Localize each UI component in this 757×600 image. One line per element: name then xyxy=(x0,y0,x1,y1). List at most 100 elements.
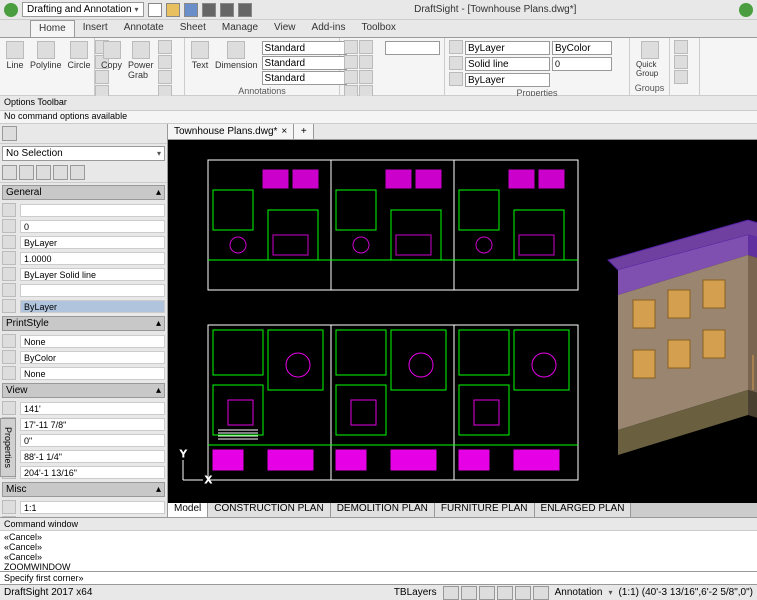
prop-print-none[interactable]: None xyxy=(20,335,165,348)
tblayers-label[interactable]: TBLayers xyxy=(394,587,437,598)
status-toggle-icon[interactable] xyxy=(533,586,549,600)
prop-empty[interactable] xyxy=(20,284,165,297)
linetype-icon[interactable] xyxy=(449,56,463,70)
prop-print-bycolor[interactable]: ByColor xyxy=(20,351,165,364)
prop-misc-scale[interactable]: 1:1 xyxy=(20,501,165,514)
lw-icon[interactable] xyxy=(449,72,463,86)
prop-view-w[interactable]: 88'-1 1/4" xyxy=(20,450,165,463)
layer-tool-icon[interactable] xyxy=(359,40,373,54)
tab-construction[interactable]: CONSTRUCTION PLAN xyxy=(208,503,330,517)
selection-filter[interactable]: No Selection xyxy=(2,146,165,161)
qat-open-icon[interactable] xyxy=(166,3,180,17)
group-tool-icon[interactable] xyxy=(674,70,688,84)
lw-select[interactable]: ByLayer xyxy=(465,73,550,87)
tab-sheet[interactable]: Sheet xyxy=(172,20,214,37)
prop-icon xyxy=(2,299,16,313)
status-toggle-icon[interactable] xyxy=(461,586,477,600)
section-print[interactable]: PrintStyle▴ xyxy=(2,316,165,331)
palette-btn-icon[interactable] xyxy=(53,165,68,180)
command-input[interactable]: Specify first corner» xyxy=(0,571,757,584)
layer-tool-icon[interactable] xyxy=(344,40,358,54)
modify-tool-icon[interactable] xyxy=(158,70,172,84)
text-button[interactable]: Text xyxy=(189,40,211,86)
modify-tool-icon[interactable] xyxy=(158,55,172,69)
bylayer-select[interactable]: ByLayer xyxy=(465,41,550,55)
group-tool-icon[interactable] xyxy=(674,55,688,69)
status-toggle-icon[interactable] xyxy=(497,586,513,600)
close-icon[interactable]: × xyxy=(281,126,287,137)
layout-tabs: Model CONSTRUCTION PLAN DEMOLITION PLAN … xyxy=(168,503,757,517)
svg-text:X: X xyxy=(205,475,212,486)
status-toggle-icon[interactable] xyxy=(479,586,495,600)
lineweight-select[interactable]: 0 xyxy=(552,57,612,71)
document-tab[interactable]: Townhouse Plans.dwg*× xyxy=(168,124,294,139)
section-general[interactable]: General▴ xyxy=(2,185,165,200)
prop-print-none2[interactable]: None xyxy=(20,367,165,380)
prop-value[interactable] xyxy=(20,204,165,217)
dim-style-select[interactable]: Standard xyxy=(262,56,347,70)
line-button[interactable]: Line xyxy=(4,40,26,99)
tab-demolition[interactable]: DEMOLITION PLAN xyxy=(331,503,435,517)
qat-new-icon[interactable] xyxy=(148,3,162,17)
palette-tool-icon[interactable] xyxy=(2,126,17,141)
drawing-canvas[interactable]: XY xyxy=(168,140,757,503)
tab-enlarged[interactable]: ENLARGED PLAN xyxy=(535,503,632,517)
prop-icon xyxy=(2,350,16,364)
layer-tool-icon[interactable] xyxy=(344,55,358,69)
command-history-line: «Cancel» xyxy=(4,552,753,562)
layer-tool-icon[interactable] xyxy=(359,55,373,69)
prop-view-x[interactable]: 141' xyxy=(20,402,165,415)
qat-print-icon[interactable] xyxy=(202,3,216,17)
status-toggle-icon[interactable] xyxy=(515,586,531,600)
prop-linetype[interactable]: ByLayer Solid line xyxy=(20,268,165,281)
tab-manage[interactable]: Manage xyxy=(214,20,266,37)
layer-tool-icon[interactable] xyxy=(344,70,358,84)
tab-annotate[interactable]: Annotate xyxy=(116,20,172,37)
prop-view-y[interactable]: 17'-11 7/8" xyxy=(20,418,165,431)
palette-btn-icon[interactable] xyxy=(36,165,51,180)
layer-select[interactable] xyxy=(385,41,440,55)
section-misc[interactable]: Misc▴ xyxy=(2,482,165,497)
modify-tool-icon[interactable] xyxy=(158,40,172,54)
polyline-button[interactable]: Polyline xyxy=(28,40,64,99)
tab-model[interactable]: Model xyxy=(168,503,208,517)
tab-home[interactable]: Home xyxy=(30,20,75,37)
palette-btn-icon[interactable] xyxy=(2,165,17,180)
prop-view-h[interactable]: 204'-1 13/16" xyxy=(20,466,165,479)
ribbon: Line Polyline Circle Draw Copy Power Gra… xyxy=(0,38,757,96)
tab-addins[interactable]: Add-ins xyxy=(304,20,354,37)
prop-layer[interactable]: 0 xyxy=(20,220,165,233)
tab-view[interactable]: View xyxy=(266,20,304,37)
bycolor-select[interactable]: ByColor xyxy=(552,41,612,55)
prop-bylayer2[interactable]: ByLayer xyxy=(20,300,165,313)
dimension-button[interactable]: Dimension xyxy=(213,40,260,86)
tab-insert[interactable]: Insert xyxy=(75,20,116,37)
palette-btn-icon[interactable] xyxy=(70,165,85,180)
palette-btn-icon[interactable] xyxy=(19,165,34,180)
tab-toolbox[interactable]: Toolbox xyxy=(353,20,403,37)
add-tab-button[interactable]: + xyxy=(294,124,314,139)
prop-bylayer[interactable]: ByLayer xyxy=(20,236,165,249)
group-tool-icon[interactable] xyxy=(674,40,688,54)
status-toggle-icon[interactable] xyxy=(443,586,459,600)
layer-tool-icon[interactable] xyxy=(359,70,373,84)
prop-misc-yes1[interactable]: Yes xyxy=(20,517,165,518)
svg-text:Y: Y xyxy=(180,449,187,460)
tab-furniture[interactable]: FURNITURE PLAN xyxy=(435,503,535,517)
prop-scale[interactable]: 1.0000 xyxy=(20,252,165,265)
qat-undo-icon[interactable] xyxy=(220,3,234,17)
chevron-down-icon xyxy=(135,4,139,15)
quick-group-button[interactable]: Quick Group xyxy=(634,40,665,79)
annotation-scale[interactable]: Annotation xyxy=(555,587,603,598)
workspace-selector[interactable]: Drafting and Annotation xyxy=(22,2,144,17)
color-icon[interactable] xyxy=(449,40,463,54)
linetype-select[interactable]: Solid line xyxy=(465,57,550,71)
circle-button[interactable]: Circle xyxy=(66,40,93,99)
text-style-select[interactable]: Standard xyxy=(262,41,347,55)
table-style-select[interactable]: Standard xyxy=(262,71,347,85)
section-view[interactable]: View▴ xyxy=(2,383,165,398)
prop-view-z[interactable]: 0" xyxy=(20,434,165,447)
properties-tab-vertical[interactable]: Properties xyxy=(0,418,16,477)
qat-save-icon[interactable] xyxy=(184,3,198,17)
qat-redo-icon[interactable] xyxy=(238,3,252,17)
